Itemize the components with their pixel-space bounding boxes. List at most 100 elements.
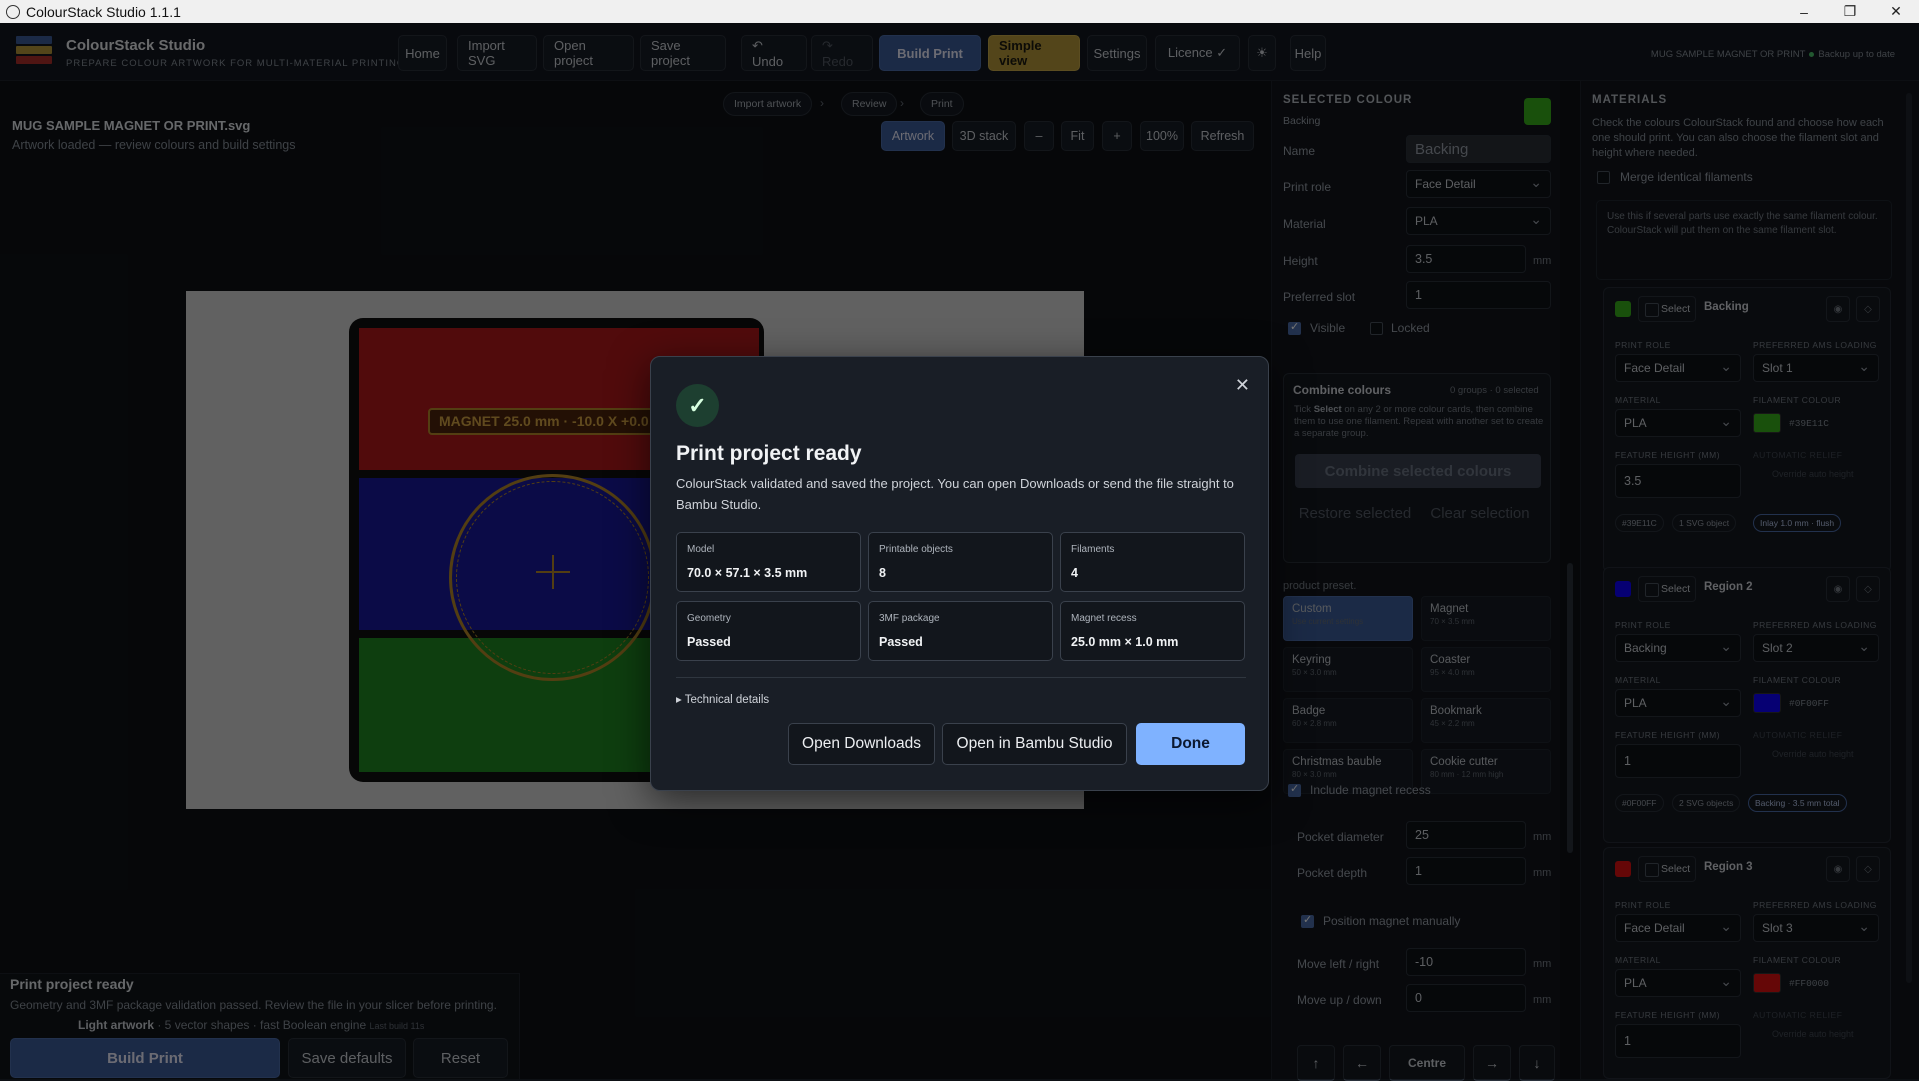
step-import[interactable]: Import artwork [723, 92, 813, 116]
fit-button[interactable]: Fit [1061, 121, 1094, 151]
material-select[interactable]: PLA [1406, 207, 1551, 235]
restore-selected-button[interactable]: Restore selected [1295, 500, 1415, 548]
step-review[interactable]: Review [841, 92, 898, 116]
build-print-button[interactable]: Build Print [879, 35, 981, 71]
selected-swatch[interactable] [1524, 98, 1551, 125]
card-select-checkbox[interactable]: Select [1638, 576, 1696, 602]
licence-button[interactable]: Licence ✓ [1155, 35, 1240, 71]
preset-bookmark[interactable]: Bookmark 45 × 2.2 mm [1421, 698, 1551, 743]
import-svg-button[interactable]: Import SVG [457, 35, 537, 71]
move-ud-field[interactable]: 0 [1406, 984, 1526, 1012]
save-project-button[interactable]: Save project [640, 35, 726, 71]
centre-button[interactable]: Centre [1389, 1045, 1465, 1081]
selected-panel-scrollbar[interactable] [1567, 563, 1573, 853]
reset-button[interactable]: Reset [413, 1038, 508, 1078]
artwork-view-button[interactable]: Artwork [881, 121, 945, 151]
reset-icon[interactable]: ◇ [1856, 856, 1880, 882]
3d-stack-button[interactable]: 3D stack [952, 121, 1016, 151]
pocket-diameter-field[interactable]: 25 [1406, 821, 1526, 849]
card-material-select[interactable]: PLA [1615, 689, 1741, 717]
bottom-build-print-button[interactable]: Build Print [10, 1038, 280, 1078]
redo-button[interactable]: ↷ Redo [811, 35, 873, 71]
materials-scrollbar[interactable] [1906, 93, 1912, 983]
close-window-icon[interactable]: ✕ [1873, 0, 1919, 23]
card-height-field[interactable]: 3.5 [1615, 464, 1741, 498]
simple-view-button[interactable]: Simple view [988, 35, 1080, 71]
preset-keyring[interactable]: Keyring 50 × 3.0 mm [1283, 647, 1413, 692]
visibility-icon[interactable]: ◉ [1826, 576, 1850, 602]
logo-stripe-blue [16, 36, 52, 44]
undo-button[interactable]: ↶ Undo [741, 35, 807, 71]
nudge-left-icon[interactable]: ← [1343, 1045, 1381, 1081]
visibility-icon[interactable]: ◉ [1826, 856, 1850, 882]
step-print[interactable]: Print [920, 92, 964, 116]
locked-checkbox[interactable] [1370, 322, 1383, 335]
preset-cookie-cutter[interactable]: Cookie cutter 80 mm · 12 mm high [1421, 749, 1551, 794]
refresh-button[interactable]: Refresh [1191, 121, 1254, 151]
card-select-checkbox[interactable]: Select [1638, 856, 1696, 882]
filament-colour-swatch[interactable] [1753, 693, 1781, 713]
card-slot-select[interactable]: Slot 2 [1753, 634, 1879, 662]
card-role-select[interactable]: Backing [1615, 634, 1741, 662]
clear-selection-button[interactable]: Clear selection [1420, 500, 1540, 548]
name-field[interactable]: Backing [1406, 135, 1551, 163]
card-select-checkbox[interactable]: Select [1638, 296, 1696, 322]
move-lr-field[interactable]: -10 [1406, 948, 1526, 976]
material-card-region-3[interactable]: Select Region 3 ◉ ◇ PRINT ROLE PREFERRED… [1603, 847, 1891, 1079]
preset-badge[interactable]: Badge 60 × 2.8 mm [1283, 698, 1413, 743]
visibility-icon[interactable]: ◉ [1826, 296, 1850, 322]
merge-identical-checkbox[interactable] [1597, 171, 1610, 184]
card-material-select[interactable]: PLA [1615, 409, 1741, 437]
settings-button[interactable]: Settings [1087, 35, 1147, 71]
card-slot-select[interactable]: Slot 3 [1753, 914, 1879, 942]
save-defaults-button[interactable]: Save defaults [288, 1038, 406, 1078]
bottom-subtitle: Geometry and 3MF package validation pass… [10, 998, 497, 1012]
home-button[interactable]: Home [398, 35, 447, 71]
card-height-field[interactable]: 1 [1615, 744, 1741, 778]
height-field[interactable]: 3.5 [1406, 245, 1526, 273]
open-downloads-button[interactable]: Open Downloads [788, 723, 935, 765]
open-bambu-studio-button[interactable]: Open in Bambu Studio [942, 723, 1127, 765]
open-project-button[interactable]: Open project [543, 35, 634, 71]
card-material-select[interactable]: PLA [1615, 969, 1741, 997]
help-button[interactable]: Help [1290, 35, 1326, 71]
override-auto-height[interactable]: Override auto height [1772, 1028, 1872, 1040]
maximize-icon[interactable]: ❐ [1827, 0, 1873, 23]
material-card-region-2[interactable]: Select Region 2 ◉ ◇ PRINT ROLE PREFERRED… [1603, 567, 1891, 843]
nudge-down-icon[interactable]: ↓ [1519, 1045, 1555, 1081]
preset-coaster[interactable]: Coaster 95 × 4.0 mm [1421, 647, 1551, 692]
include-magnet-checkbox[interactable] [1288, 782, 1301, 797]
selected-colour-sub: Backing [1283, 115, 1321, 127]
preset-custom[interactable]: Custom Use current settings [1283, 596, 1413, 641]
reset-icon[interactable]: ◇ [1856, 296, 1880, 322]
filament-colour-swatch[interactable] [1753, 973, 1781, 993]
override-auto-height[interactable]: Override auto height [1772, 468, 1872, 480]
nudge-up-icon[interactable]: ↑ [1297, 1045, 1335, 1081]
preset-magnet[interactable]: Magnet 70 × 3.5 mm [1421, 596, 1551, 641]
filament-colour-swatch[interactable] [1753, 413, 1781, 433]
dialog-close-icon[interactable]: ✕ [1235, 375, 1250, 396]
override-auto-height[interactable]: Override auto height [1772, 748, 1872, 760]
combine-title: Combine colours [1293, 383, 1392, 397]
pocket-depth-field[interactable]: 1 [1406, 857, 1526, 885]
position-manual-checkbox[interactable] [1301, 913, 1314, 928]
combine-selected-button[interactable]: Combine selected colours [1295, 454, 1541, 488]
zoom-in-button[interactable]: + [1102, 121, 1132, 151]
stat-geometry: Geometry Passed [676, 601, 861, 661]
card-height-field[interactable]: 1 [1615, 1024, 1741, 1058]
card-role-select[interactable]: Face Detail [1615, 914, 1741, 942]
print-role-label: PRINT ROLE [1615, 900, 1671, 910]
reset-icon[interactable]: ◇ [1856, 576, 1880, 602]
material-card-backing[interactable]: Select Backing ◉ ◇ PRINT ROLE PREFERRED … [1603, 287, 1891, 572]
card-role-select[interactable]: Face Detail [1615, 354, 1741, 382]
minimize-icon[interactable]: – [1781, 0, 1827, 23]
visible-checkbox[interactable] [1288, 320, 1301, 335]
nudge-right-icon[interactable]: → [1473, 1045, 1511, 1081]
print-role-select[interactable]: Face Detail [1406, 170, 1551, 198]
technical-details-toggle[interactable]: ▸ Technical details [676, 692, 769, 706]
done-button[interactable]: Done [1136, 723, 1245, 765]
card-slot-select[interactable]: Slot 1 [1753, 354, 1879, 382]
preferred-slot-field[interactable]: 1 [1406, 281, 1551, 309]
theme-toggle-icon[interactable]: ☀ [1248, 35, 1276, 71]
zoom-out-button[interactable]: – [1024, 121, 1054, 151]
